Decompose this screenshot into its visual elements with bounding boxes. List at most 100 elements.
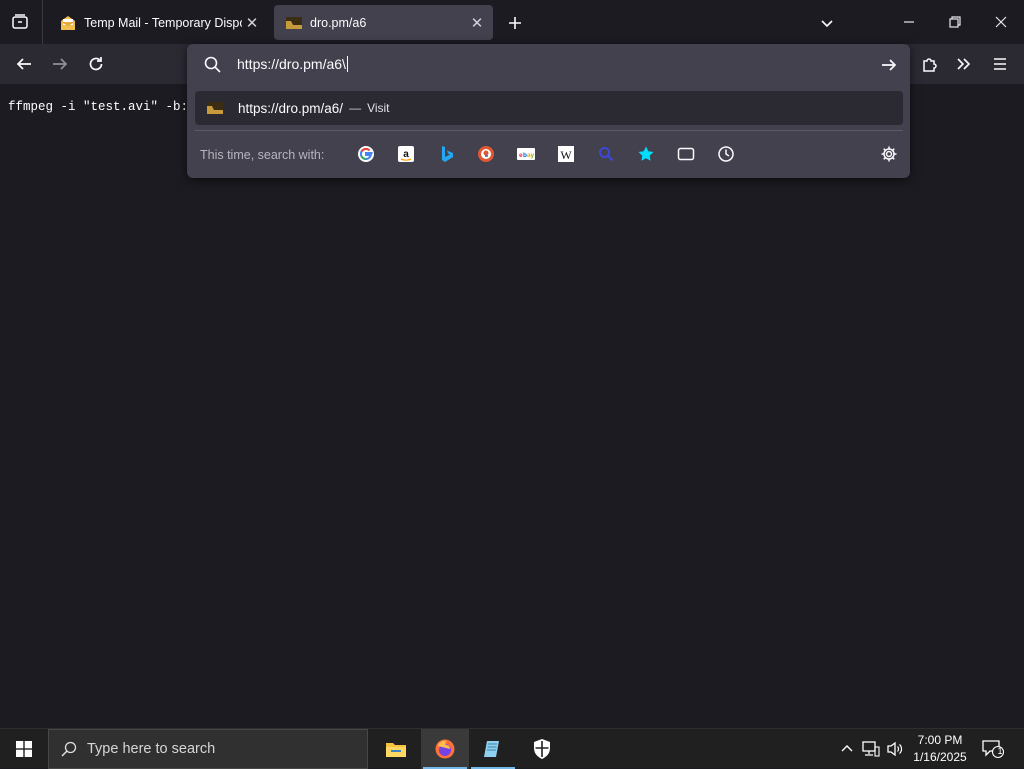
tab-temp-mail[interactable]: Temp Mail - Temporary Disposa ✕ xyxy=(48,5,268,40)
envelope-icon xyxy=(61,15,75,30)
app-menu-button[interactable] xyxy=(986,50,1014,78)
taskbar-search-box[interactable]: Type here to search xyxy=(48,729,368,769)
history-search-button[interactable] xyxy=(716,144,736,164)
svg-text:W: W xyxy=(560,148,572,162)
minimize-button[interactable] xyxy=(886,0,932,44)
page-text: ffmpeg -i "test.avi" -b:v xyxy=(8,100,196,114)
close-icon xyxy=(995,16,1007,28)
search-settings-button[interactable] xyxy=(879,144,899,164)
forward-arrow-icon xyxy=(53,58,68,70)
security-taskbar-button[interactable] xyxy=(518,729,566,769)
taskbar-search-placeholder: Type here to search xyxy=(87,741,216,757)
forward-button[interactable] xyxy=(46,50,74,78)
dro-pm-icon xyxy=(207,102,223,114)
chevron-up-icon xyxy=(841,745,853,752)
overflow-menu-button[interactable] xyxy=(950,50,978,78)
clock-time: 7:00 PM xyxy=(917,733,963,747)
firefox-view-button[interactable] xyxy=(6,8,34,36)
reload-icon xyxy=(89,57,103,71)
gear-icon xyxy=(881,146,897,162)
svg-text:a: a xyxy=(403,149,409,160)
urlbar-result-visit[interactable]: https://dro.pm/a6/ — Visit xyxy=(195,91,903,125)
divider xyxy=(195,130,903,131)
extensions-button[interactable] xyxy=(916,50,944,78)
amazon-engine-button[interactable]: a xyxy=(396,144,416,164)
list-all-tabs-button[interactable] xyxy=(814,10,840,36)
wikipedia-icon: W xyxy=(558,146,574,162)
shield-icon xyxy=(534,739,550,759)
new-tab-button[interactable] xyxy=(502,10,528,36)
network-tray-button[interactable] xyxy=(861,739,881,759)
result-url: https://dro.pm/a6/ xyxy=(238,100,344,116)
back-button[interactable] xyxy=(10,50,38,78)
arrow-right-icon xyxy=(882,59,897,71)
search-icon xyxy=(204,56,221,73)
go-button[interactable] xyxy=(878,54,900,76)
bookmarks-icon xyxy=(638,146,654,161)
google-engine-button[interactable] xyxy=(356,144,376,164)
reload-button[interactable] xyxy=(82,50,110,78)
folder-icon xyxy=(386,743,406,757)
dro-pm-icon xyxy=(286,16,302,29)
address-bar-popup: https://dro.pm/a6\ https://dro.pm/a6/ — … xyxy=(187,44,910,178)
taskbar: Type here to search 7:00 PM 1/16/2025 1 xyxy=(0,728,1024,769)
file-explorer-taskbar-button[interactable] xyxy=(372,729,420,769)
volume-tray-button[interactable] xyxy=(885,739,905,759)
puzzle-icon xyxy=(923,58,937,72)
result-separator: — xyxy=(349,101,362,115)
svg-text:y: y xyxy=(531,152,535,159)
one-off-search-bar: This time, search with: a ebay W xyxy=(187,134,910,174)
ebay-engine-button[interactable]: ebay xyxy=(516,144,536,164)
wikipedia-engine-button[interactable]: W xyxy=(556,144,576,164)
clock-date: 1/16/2025 xyxy=(913,750,967,764)
double-chevron-right-icon xyxy=(957,58,971,70)
back-arrow-icon xyxy=(16,58,31,70)
firefox-icon xyxy=(435,739,455,759)
hamburger-icon xyxy=(994,58,1006,70)
bookmarks-search-button[interactable] xyxy=(636,144,656,164)
page-content: ffmpeg -i "test.avi" -b:v xyxy=(0,84,1024,728)
history-icon xyxy=(718,146,734,162)
address-bar[interactable]: https://dro.pm/a6\ xyxy=(187,44,910,86)
address-input[interactable]: https://dro.pm/a6\ xyxy=(237,56,348,72)
network-icon xyxy=(862,741,880,757)
text-caret xyxy=(346,56,348,72)
tab-separator xyxy=(42,0,43,44)
restore-icon xyxy=(949,16,961,28)
tab-strip: Temp Mail - Temporary Disposa ✕ dro.pm/a… xyxy=(0,0,1024,44)
notification-count: 1 xyxy=(997,746,1003,756)
search-engine-button[interactable] xyxy=(596,144,616,164)
bing-engine-button[interactable] xyxy=(436,144,456,164)
close-tab-icon[interactable]: ✕ xyxy=(242,13,262,33)
tab-dro-pm[interactable]: dro.pm/a6 ✕ xyxy=(274,5,493,40)
close-tab-icon[interactable]: ✕ xyxy=(467,13,487,33)
amazon-icon: a xyxy=(398,146,414,162)
notepad-taskbar-button[interactable] xyxy=(469,729,517,769)
plus-icon xyxy=(509,17,521,29)
ebay-icon: ebay xyxy=(517,148,535,160)
chevron-down-icon xyxy=(821,20,833,28)
notification-center-button[interactable]: 1 xyxy=(980,737,1006,761)
start-button[interactable] xyxy=(0,729,48,769)
duckduckgo-engine-button[interactable] xyxy=(476,144,496,164)
search-icon xyxy=(61,741,77,757)
close-window-button[interactable] xyxy=(978,0,1024,44)
tabs-search-button[interactable] xyxy=(676,144,696,164)
notepad-icon xyxy=(484,741,499,757)
restore-button[interactable] xyxy=(932,0,978,44)
tab-title: dro.pm/a6 xyxy=(310,15,367,30)
firefox-view-icon xyxy=(12,14,28,29)
search-icon xyxy=(599,147,614,162)
one-off-label: This time, search with: xyxy=(200,148,325,162)
result-action: Visit xyxy=(367,101,390,115)
windows-icon xyxy=(16,741,32,757)
tab-title: Temp Mail - Temporary Disposa xyxy=(84,15,242,30)
speaker-icon xyxy=(887,741,903,757)
taskbar-clock[interactable]: 7:00 PM 1/16/2025 xyxy=(904,732,976,766)
tabs-icon xyxy=(677,147,695,161)
firefox-taskbar-button[interactable] xyxy=(421,729,469,769)
duckduckgo-icon xyxy=(478,146,494,162)
minimize-icon xyxy=(904,21,914,23)
show-hidden-icons-button[interactable] xyxy=(837,739,857,759)
google-icon xyxy=(358,146,374,162)
